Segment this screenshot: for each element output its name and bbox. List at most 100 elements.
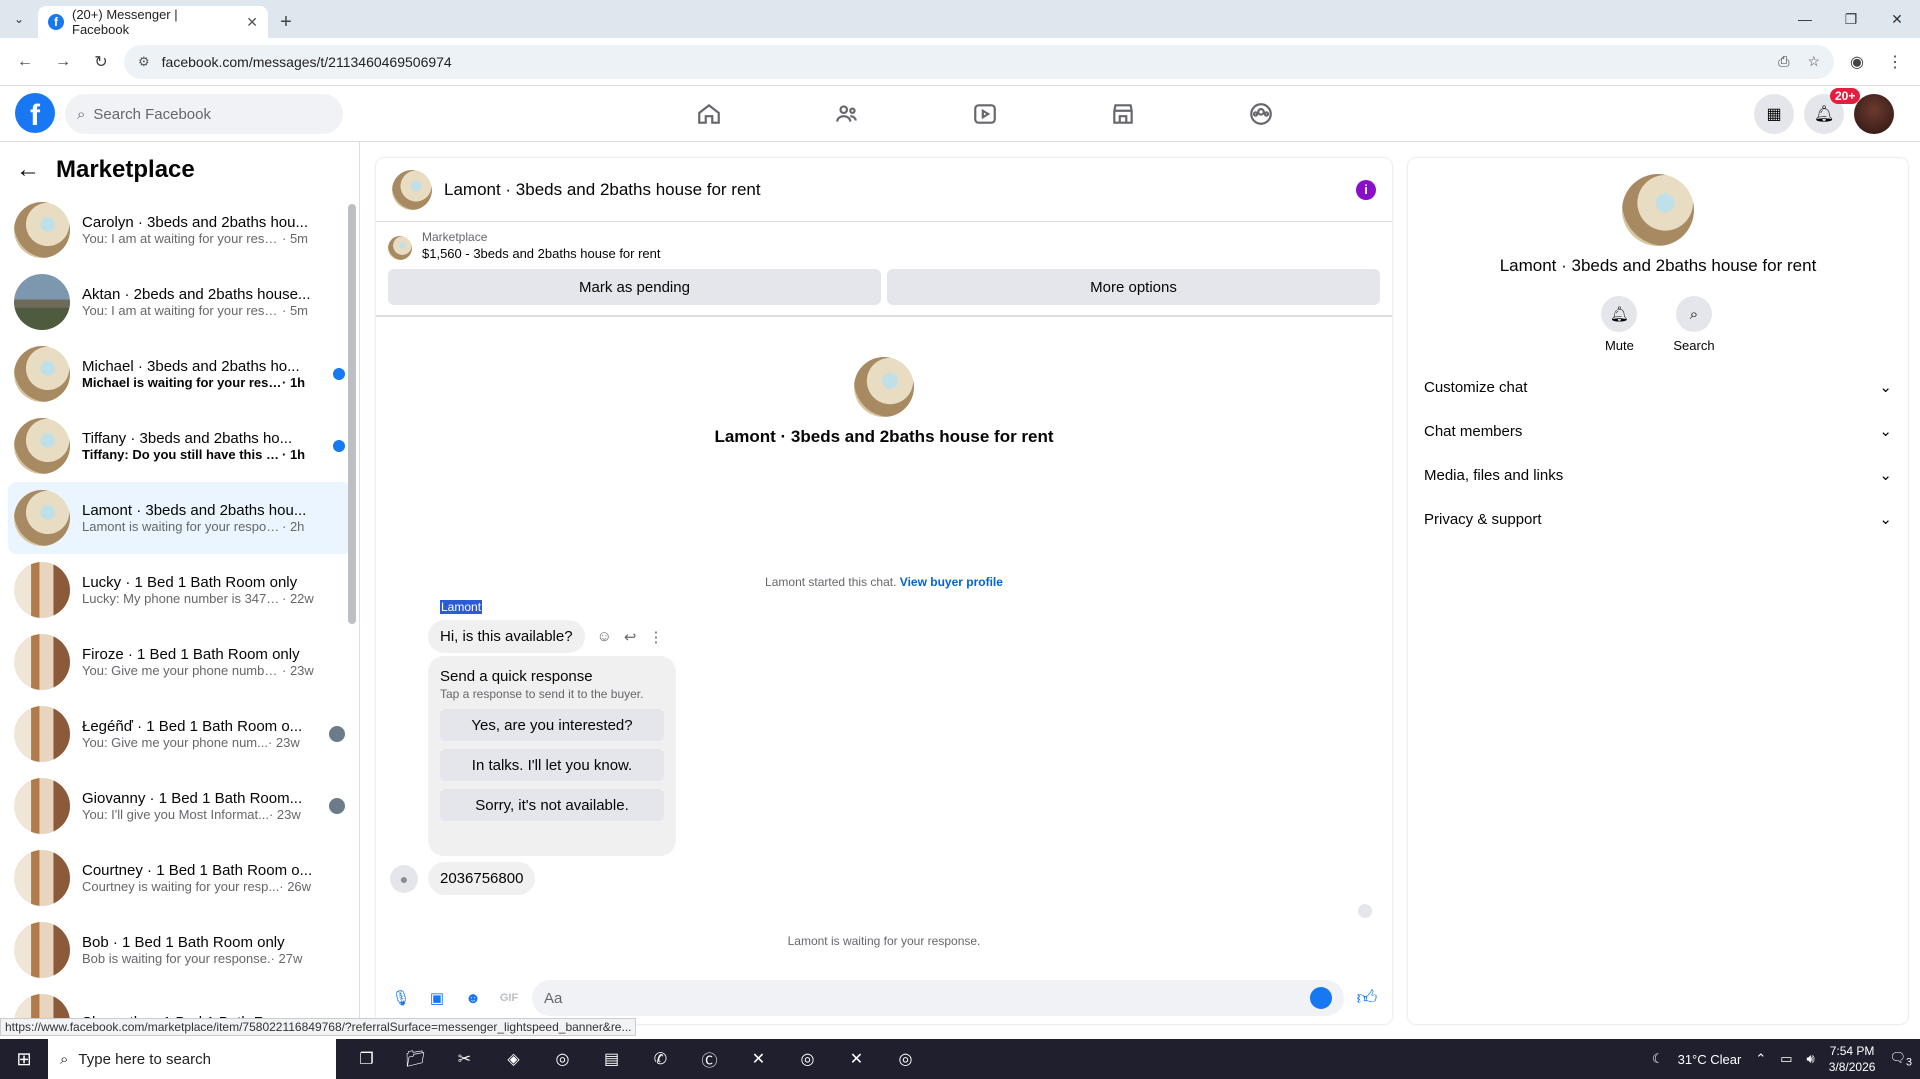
more-icon[interactable]: ⋮	[648, 628, 663, 646]
marketplace-icon[interactable]	[1054, 86, 1192, 142]
conversation-item[interactable]: Giovanny · 1 Bed 1 Bath Room... You: I'll…	[8, 770, 351, 842]
customize-chat-section[interactable]: Customize chat ⌄	[1408, 365, 1908, 409]
weather-text[interactable]: 31°C Clear	[1678, 1052, 1742, 1067]
whatsapp-icon[interactable]: ✆	[636, 1039, 685, 1079]
quick-response-in-talks[interactable]: In talks. I'll let you know.	[440, 749, 664, 781]
mute-button[interactable]: 🔔︎ Mute	[1601, 296, 1638, 353]
clock[interactable]: 7:54 PM 3/8/2026	[1829, 1043, 1876, 1075]
chat-title[interactable]: Lamont · 3beds and 2baths house for rent	[444, 180, 761, 200]
home-icon[interactable]	[640, 86, 778, 142]
conversation-preview: You: I am at waiting for your respo...	[82, 303, 282, 318]
conversation-item[interactable]: Bob · 1 Bed 1 Bath Room only Bob is waiti…	[8, 914, 351, 986]
notifications-bell-icon[interactable]: 🔔︎ 20+	[1804, 88, 1861, 134]
notepad-icon[interactable]: ▤	[587, 1039, 636, 1079]
chrome-profile-icon[interactable]: ◎	[881, 1039, 930, 1079]
mark-pending-button[interactable]: Mark as pending	[388, 269, 881, 305]
conversation-item[interactable]: Michael · 3beds and 2baths ho... Michael …	[8, 338, 351, 410]
chrome-icon[interactable]: ◎	[538, 1039, 587, 1079]
message-row: Hi, is this available? ☺ ↩ ⋮	[428, 620, 663, 653]
conversation-preview: You: Give me your phone num...	[82, 735, 268, 750]
back-arrow-icon[interactable]: ←	[16, 156, 40, 184]
restore-icon[interactable]: ❐	[1828, 0, 1874, 38]
reload-icon[interactable]: ↻	[86, 47, 116, 77]
chrome-profile-icon[interactable]: ◎	[783, 1039, 832, 1079]
sticker-icon[interactable]: ☻	[460, 985, 486, 1011]
message-bubble[interactable]: 2036756800	[428, 862, 536, 895]
sidebar-scrollbar[interactable]	[348, 204, 356, 624]
conversation-item[interactable]: Łegéñď · 1 Bed 1 Bath Room o... You: Give…	[8, 698, 351, 770]
app-icon[interactable]: ◈	[489, 1039, 538, 1079]
privacy-support-section[interactable]: Privacy & support ⌄	[1408, 497, 1908, 541]
conversation-item[interactable]: Courtney · 1 Bed 1 Bath Room o... Courtne…	[8, 842, 351, 914]
new-tab-button[interactable]: +	[268, 6, 304, 38]
conversation-item[interactable]: Tiffany · 3beds and 2baths ho... Tiffany:…	[8, 410, 351, 482]
conversation-time: · 26w	[279, 879, 312, 894]
message-input[interactable]: Aa	[532, 980, 1344, 1016]
tab-search-button[interactable]: ⌄	[0, 0, 38, 38]
conversation-item[interactable]: Lamont · 3beds and 2baths hou... Lamont i…	[8, 482, 351, 554]
browser-tab[interactable]: f (20+) Messenger | Facebook ✕	[38, 6, 268, 38]
capcut-icon[interactable]: ✕	[832, 1039, 881, 1079]
emoji-icon[interactable]	[1310, 987, 1332, 1009]
video-icon[interactable]	[916, 86, 1054, 142]
conversation-item[interactable]: Lucky · 1 Bed 1 Bath Room only Lucky: My …	[8, 554, 351, 626]
forward-icon[interactable]: →	[48, 47, 78, 77]
url-bar[interactable]: ⚙ facebook.com/messages/t/21134604695069…	[124, 44, 1834, 79]
friends-icon[interactable]	[778, 86, 916, 142]
snipping-tool-icon[interactable]: ✂	[440, 1039, 489, 1079]
chat-members-section[interactable]: Chat members ⌄	[1408, 409, 1908, 453]
listing-banner[interactable]: Marketplace $1,560 - 3beds and 2baths ho…	[376, 222, 1392, 261]
conversation-item[interactable]: Carolyn · 3beds and 2baths hou... You: I …	[8, 194, 351, 266]
close-window-icon[interactable]: ✕	[1874, 0, 1920, 38]
view-buyer-profile-link[interactable]: View buyer profile	[900, 575, 1003, 589]
section-label: Privacy & support	[1424, 510, 1542, 528]
bookmark-star-icon[interactable]: ☆	[1807, 53, 1820, 70]
microphone-icon[interactable]: 🎙︎	[388, 985, 414, 1011]
info-icon[interactable]: i	[1356, 179, 1376, 200]
minimize-icon[interactable]: —	[1782, 0, 1828, 38]
app-c-icon[interactable]: Ⓒ	[685, 1039, 734, 1079]
windows-start-icon[interactable]: ⊞	[0, 1039, 48, 1079]
conversation-time: · 23w	[268, 807, 301, 822]
chat-avatar[interactable]	[392, 169, 432, 210]
conversation-text: Giovanny · 1 Bed 1 Bath Room... You: I'll…	[82, 790, 317, 822]
quick-response-not-available[interactable]: Sorry, it's not available.	[440, 789, 664, 821]
account-avatar[interactable]	[1854, 94, 1894, 134]
profile-icon[interactable]: ◉	[1842, 47, 1872, 77]
react-emoji-icon[interactable]: ☺	[597, 628, 612, 645]
browser-menu-icon[interactable]: ⋮	[1880, 47, 1910, 77]
network-icon[interactable]: ▭	[1780, 1051, 1792, 1067]
menu-grid-icon[interactable]: ▦	[1754, 94, 1794, 134]
task-view-icon[interactable]: ❐	[342, 1039, 391, 1079]
conversation-item[interactable]: Aktan · 2beds and 2baths house... You: I …	[8, 266, 351, 338]
search-conversation-button[interactable]: ⌕ Search	[1673, 296, 1715, 353]
conversation-text: Michael · 3beds and 2baths ho... Michael …	[82, 358, 321, 390]
photo-icon[interactable]: ▣	[424, 985, 450, 1011]
capcut-icon[interactable]: ✕	[734, 1039, 783, 1079]
site-info-icon[interactable]: ⚙	[138, 54, 150, 70]
message-row: ● 2036756800	[390, 862, 536, 895]
like-thumb-icon[interactable]: 👍︎	[1354, 985, 1380, 1011]
back-icon[interactable]: ←	[10, 47, 40, 77]
conversation-time: · 23w	[282, 663, 314, 678]
gif-icon[interactable]: GIF	[496, 985, 522, 1011]
facebook-logo[interactable]: f	[15, 93, 55, 133]
more-options-button[interactable]: More options	[887, 269, 1380, 305]
close-tab-icon[interactable]: ✕	[246, 14, 258, 31]
groups-icon[interactable]	[1192, 86, 1330, 142]
conversation-item[interactable]: Firoze · 1 Bed 1 Bath Room only You: Give…	[8, 626, 351, 698]
volume-icon[interactable]: 🔊︎	[1807, 1051, 1815, 1067]
file-explorer-icon[interactable]: 📁︎	[391, 1039, 440, 1079]
conversation-avatar	[14, 850, 70, 906]
search-icon: ⌕	[77, 105, 86, 123]
notifications-center-icon[interactable]: 🗨︎3	[1889, 1050, 1912, 1069]
conversation-preview-row: Courtney is waiting for your resp... · 26…	[82, 879, 345, 894]
taskbar-search[interactable]: ⌕ Type here to search	[48, 1039, 336, 1079]
quick-response-yes[interactable]: Yes, are you interested?	[440, 709, 664, 741]
reply-icon[interactable]: ↩	[624, 628, 637, 646]
facebook-search-input[interactable]: ⌕ Search Facebook	[65, 94, 343, 134]
media-files-section[interactable]: Media, files and links ⌄	[1408, 453, 1908, 497]
install-app-icon[interactable]: ⎙	[1778, 53, 1789, 70]
tray-up-icon[interactable]: ⌃	[1755, 1051, 1766, 1067]
message-bubble[interactable]: Hi, is this available?	[428, 620, 585, 653]
